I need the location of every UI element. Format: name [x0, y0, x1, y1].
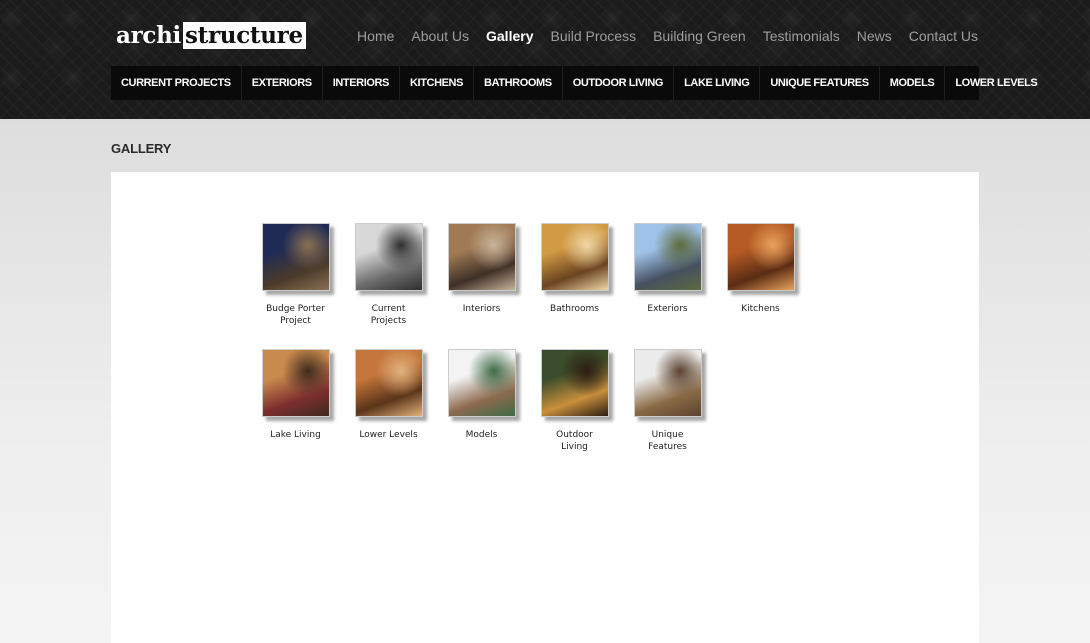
gallery-item-label: Current Projects: [370, 304, 407, 326]
subnav-item-lower-levels[interactable]: Lower Levels: [945, 66, 1047, 100]
photo-current-projects-icon[interactable]: [354, 223, 423, 291]
subnav-item-lake-living[interactable]: Lake Living: [674, 66, 761, 100]
logo-text-structure: structure: [183, 22, 306, 49]
logo-text-archi: archi: [116, 22, 181, 49]
subnav-item-bathrooms[interactable]: Bathrooms: [474, 66, 563, 100]
gallery-item-models[interactable]: Models: [435, 349, 528, 453]
subnav-item-current-projects[interactable]: Current Projects: [111, 66, 242, 100]
nav-link-news[interactable]: News: [857, 26, 892, 46]
nav-link-contact-us[interactable]: Contact Us: [909, 26, 978, 46]
photo-kitchens-icon[interactable]: [726, 223, 795, 291]
gallery-item-current-projects[interactable]: Current Projects: [342, 223, 435, 327]
site-logo[interactable]: archi structure: [113, 22, 306, 49]
nav-link-home[interactable]: Home: [357, 26, 394, 46]
photo-exteriors-icon[interactable]: [633, 223, 702, 291]
gallery-item-label: Lake Living: [270, 430, 321, 440]
nav-link-building-green[interactable]: Building Green: [653, 26, 746, 46]
gallery-item-label: Models: [465, 430, 498, 440]
page-title: GALLERY: [111, 141, 172, 156]
subnav-item-outdoor-living[interactable]: Outdoor Living: [563, 66, 675, 100]
gallery-item-exteriors[interactable]: Exteriors: [621, 223, 714, 327]
gallery-item-lower-levels[interactable]: Lower Levels: [342, 349, 435, 453]
gallery-item-label: Lower Levels: [359, 430, 418, 440]
nav-link-about-us[interactable]: About Us: [411, 26, 469, 46]
photo-bathrooms-icon[interactable]: [540, 223, 609, 291]
top-navigation: Home About Us Gallery Build Process Building…: [357, 26, 978, 46]
gallery-content-panel: Budge Porter Project Current Projects Inte…: [111, 172, 979, 643]
nav-link-testimonials[interactable]: Testimonials: [763, 26, 840, 46]
gallery-item-label: Kitchens: [741, 304, 780, 314]
gallery-item-lake-living[interactable]: Lake Living: [249, 349, 342, 453]
gallery-item-unique-features[interactable]: Unique Features: [621, 349, 714, 453]
gallery-item-label: Bathrooms: [550, 304, 599, 314]
photo-interiors-icon[interactable]: [447, 223, 516, 291]
photo-lake-living-icon[interactable]: [261, 349, 330, 417]
gallery-item-kitchens[interactable]: Kitchens: [714, 223, 807, 327]
photo-unique-features-icon[interactable]: [633, 349, 702, 417]
gallery-item-budge-porter-project[interactable]: Budge Porter Project: [249, 223, 342, 327]
nav-link-build-process[interactable]: Build Process: [550, 26, 636, 46]
gallery-item-bathrooms[interactable]: Bathrooms: [528, 223, 621, 327]
photo-budge-porter-icon[interactable]: [261, 223, 330, 291]
gallery-item-outdoor-living[interactable]: Outdoor Living: [528, 349, 621, 453]
site-header: archi structure Home About Us Gallery Build…: [0, 0, 1090, 119]
photo-models-icon[interactable]: [447, 349, 516, 417]
gallery-grid: Budge Porter Project Current Projects Inte…: [249, 223, 809, 453]
subnav-item-kitchens[interactable]: Kitchens: [400, 66, 475, 100]
gallery-item-label: Outdoor Living: [556, 430, 593, 452]
subnav-item-unique-features[interactable]: Unique Features: [760, 66, 880, 100]
photo-outdoor-living-icon[interactable]: [540, 349, 609, 417]
nav-link-gallery[interactable]: Gallery: [486, 26, 533, 46]
gallery-category-navigation: Current Projects Exteriors Interiors Kitche…: [111, 66, 1038, 100]
subnav-item-interiors[interactable]: Interiors: [323, 66, 400, 100]
gallery-item-label: Unique Features: [648, 430, 687, 452]
gallery-item-label: Interiors: [462, 304, 501, 314]
gallery-item-label: Exteriors: [647, 304, 688, 314]
subnav-item-exteriors[interactable]: Exteriors: [242, 66, 323, 100]
photo-lower-levels-icon[interactable]: [354, 349, 423, 417]
subnav-item-models[interactable]: Models: [880, 66, 946, 100]
gallery-item-interiors[interactable]: Interiors: [435, 223, 528, 327]
gallery-item-label: Budge Porter Project: [266, 304, 325, 326]
